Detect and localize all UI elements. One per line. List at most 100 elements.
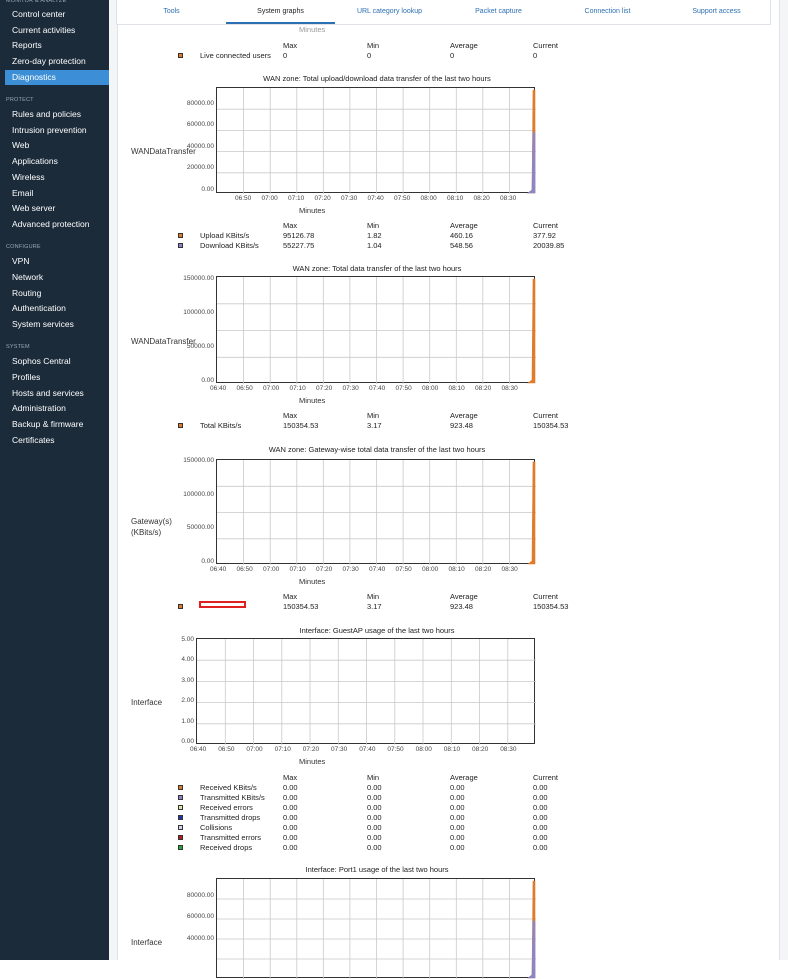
- sidebar-item-zero-day-protection[interactable]: Zero-day protection: [0, 54, 109, 69]
- sidebar-item-administration[interactable]: Administration: [0, 401, 109, 416]
- guestap-legend-max: 0.00: [283, 843, 298, 852]
- sidebar: MONITOR & ANALYZE PROTECT CONFIGURE SYSTEM C…: [0, 0, 109, 960]
- live-legend-cur: 0: [533, 51, 538, 60]
- guestap-legend-cur: 0.00: [533, 833, 548, 842]
- wan_total-xtick: 07:50: [395, 385, 412, 392]
- sidebar-item-network[interactable]: Network: [0, 270, 109, 285]
- guestap-xtick: 06:40: [190, 746, 207, 753]
- live-header-min: Min: [367, 41, 380, 50]
- wan_updown-xtick: 07:50: [394, 195, 411, 202]
- wan_total-xtick: 07:10: [289, 385, 306, 392]
- wan_total-legend-name: Total KBits/s: [200, 421, 242, 430]
- gateway-ytick: 0.00: [201, 557, 214, 565]
- guestap-legend-max: 0.00: [283, 813, 298, 822]
- guestap-xtick: 07:50: [387, 746, 404, 753]
- gateway-legend-swatch: [178, 604, 183, 609]
- guestap-legend-cur: 0.00: [533, 813, 548, 822]
- tab-bar: Tools System graphs URL category lookup Pac…: [116, 0, 771, 25]
- tab-system-graphs[interactable]: System graphs: [226, 0, 335, 24]
- guestap-legend-name: Received drops: [200, 843, 253, 852]
- tab-connection-list[interactable]: Connection list: [553, 0, 662, 24]
- gateway-xtick: 08:20: [475, 566, 492, 573]
- tab-tools[interactable]: Tools: [117, 0, 226, 24]
- wan_updown-legend-max: 95126.78: [283, 231, 315, 240]
- sidebar-item-intrusion-prevention[interactable]: Intrusion prevention: [0, 123, 109, 138]
- sidebar-item-wireless[interactable]: Wireless: [0, 170, 109, 185]
- wan_updown-xlabel: Minutes: [299, 206, 326, 215]
- sidebar-item-rules-and-policies[interactable]: Rules and policies: [0, 107, 109, 122]
- sidebar-item-hosts-and-services[interactable]: Hosts and services: [0, 386, 109, 401]
- sidebar-item-sophos-central[interactable]: Sophos Central: [0, 354, 109, 369]
- wan_total-ytick: 50000.00: [186, 343, 214, 350]
- guestap-title: Interface: GuestAP usage of the last two…: [299, 626, 455, 635]
- guestap-legend-avg: 0.00: [450, 783, 465, 792]
- sidebar-item-applications[interactable]: Applications: [0, 154, 109, 169]
- guestap-xtick: 07:40: [359, 746, 376, 753]
- wan_total-xtick: 06:50: [236, 385, 253, 392]
- sidebar-item-web-server[interactable]: Web server: [0, 201, 109, 216]
- sidebar-item-current-activities[interactable]: Current activities: [0, 23, 109, 38]
- wan_updown-legend-avg: 548.56: [450, 241, 473, 250]
- guestap-legend-max: 0.00: [283, 783, 298, 792]
- guestap-ytick: 3.00: [181, 676, 194, 684]
- guestap-legend-swatch: [178, 845, 183, 850]
- sidebar-item-routing[interactable]: Routing: [0, 286, 109, 301]
- live-legend-name: Live connected users: [200, 51, 271, 60]
- gateway-xtick: 06:50: [236, 566, 253, 573]
- wan_updown-legend-cur: 377.92: [533, 231, 556, 240]
- tab-url-category-lookup[interactable]: URL category lookup: [335, 0, 444, 24]
- guestap-header-cur: Current: [533, 773, 559, 782]
- sidebar-item-web[interactable]: Web: [0, 138, 109, 153]
- gateway-legend-min: 3.17: [367, 602, 382, 611]
- guestap-legend-cur: 0.00: [533, 823, 548, 832]
- wan_total-xtick: 07:00: [263, 385, 280, 392]
- sidebar-item-authentication[interactable]: Authentication: [0, 301, 109, 316]
- gateway-xtick: 08:30: [501, 566, 518, 573]
- guestap-legend-max: 0.00: [283, 833, 298, 842]
- wan_total-xtick: 08:20: [475, 385, 492, 392]
- sidebar-item-reports[interactable]: Reports: [0, 38, 109, 53]
- sidebar-item-backup-and-firmware[interactable]: Backup & firmware: [0, 417, 109, 432]
- wan_updown-xtick: 06:50: [235, 195, 252, 202]
- gateway-xtick: 07:50: [395, 566, 412, 573]
- sidebar-item-email[interactable]: Email: [0, 186, 109, 201]
- wan_updown-legend-min: 1.04: [367, 241, 382, 250]
- gateway-plot-area: [216, 459, 536, 565]
- wan_updown-title: WAN zone: Total upload/download data tra…: [263, 74, 491, 83]
- guestap-legend-name: Received errors: [200, 803, 253, 812]
- guestap-legend-cur: 0.00: [533, 783, 548, 792]
- gateway-ytick: 100000.00: [183, 490, 214, 498]
- wan_total-legend-avg: 923.48: [450, 421, 473, 430]
- sidebar-item-control-center[interactable]: Control center: [0, 7, 109, 22]
- guestap-legend-max: 0.00: [283, 793, 298, 802]
- wan_total-xtick: 07:30: [342, 385, 359, 392]
- gateway-ytick: 150000.00: [183, 457, 214, 464]
- guestap-xtick: 08:10: [443, 746, 461, 753]
- wan_updown-legend-name: Upload KBits/s: [200, 231, 250, 240]
- guestap-legend-avg: 0.00: [450, 803, 465, 812]
- guestap-legend-avg: 0.00: [450, 843, 465, 852]
- tab-support-access[interactable]: Support access: [662, 0, 771, 24]
- sidebar-item-system-services[interactable]: System services: [0, 317, 109, 332]
- guestap-xlabel: Minutes: [299, 757, 326, 766]
- port1-title: Interface: Port1 usage of the last two h…: [305, 865, 449, 874]
- sidebar-item-certificates[interactable]: Certificates: [0, 433, 109, 448]
- sidebar-item-advanced-protection[interactable]: Advanced protection: [0, 217, 109, 232]
- wan_total-header-avg: Average: [450, 411, 478, 420]
- guestap-legend-avg: 0.00: [450, 833, 465, 842]
- wan_total-title: WAN zone: Total data transfer of the las…: [292, 264, 462, 273]
- sidebar-item-diagnostics[interactable]: Diagnostics: [5, 70, 109, 85]
- sidebar-item-profiles[interactable]: Profiles: [0, 370, 109, 385]
- guestap-legend-name: Received KBits/s: [200, 783, 257, 792]
- wan_updown-ytick: 80000.00: [186, 100, 214, 107]
- guestap-legend-min: 0.00: [367, 803, 382, 812]
- guestap-legend-swatch: [178, 805, 183, 810]
- guestap-header-min: Min: [367, 773, 380, 782]
- tab-packet-capture[interactable]: Packet capture: [444, 0, 553, 24]
- sidebar-item-vpn[interactable]: VPN: [0, 254, 109, 269]
- guestap-header-max: Max: [283, 773, 298, 782]
- guestap-xtick: 07:00: [246, 746, 263, 753]
- wan_updown-legend-min: 1.82: [367, 231, 382, 240]
- wan_total-header-cur: Current: [533, 411, 559, 420]
- sidebar-section-protect: PROTECT: [6, 97, 34, 103]
